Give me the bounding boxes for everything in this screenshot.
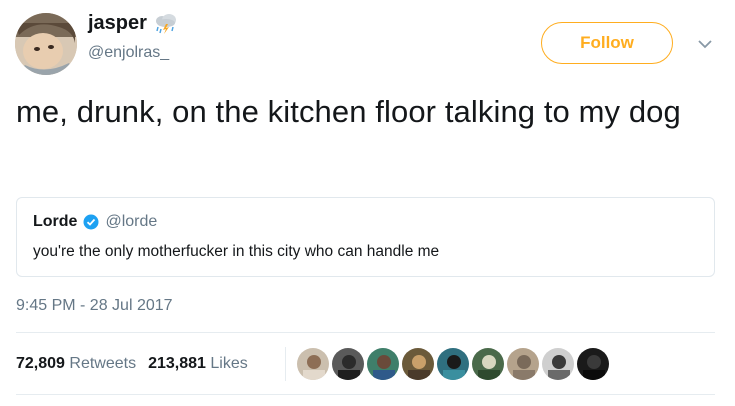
quoted-author-name: Lorde [33, 213, 78, 230]
follow-button[interactable]: Follow [541, 22, 673, 64]
liker-avatar[interactable] [366, 347, 400, 381]
likes-count: 213,881 [148, 355, 206, 372]
liker-avatar[interactable] [331, 347, 365, 381]
author-handle[interactable]: @enjolras_ [88, 44, 169, 62]
divider [16, 332, 715, 333]
verified-badge-icon [83, 214, 99, 230]
author-avatar[interactable] [15, 13, 77, 75]
retweets-stat[interactable]: 72,809 Retweets [16, 355, 136, 373]
liker-avatar[interactable] [296, 347, 330, 381]
quoted-tweet-text: you're the only motherfucker in this cit… [33, 243, 440, 260]
liker-avatar[interactable] [436, 347, 470, 381]
retweets-count: 72,809 [16, 355, 65, 372]
liker-avatar[interactable] [506, 347, 540, 381]
retweets-label: Retweets [69, 355, 137, 372]
liker-avatar[interactable] [401, 347, 435, 381]
tweet-stats: 72,809 Retweets 213,881 Likes [16, 355, 260, 373]
author-name-row: jasper [88, 12, 179, 35]
likes-label: Likes [210, 355, 248, 372]
liker-avatar[interactable] [471, 347, 505, 381]
cloud-with-lightning-and-rain-icon [153, 13, 179, 35]
liker-avatar[interactable] [576, 347, 610, 381]
chevron-down-icon[interactable] [697, 37, 713, 49]
quoted-tweet-card[interactable]: Lorde @lorde you're the only motherfucke… [16, 197, 715, 277]
stats-divider [285, 347, 286, 381]
quoted-author-handle: @lorde [105, 213, 158, 230]
tweet-card: jasper @enjolras_ Follow me, drunk, on t… [0, 0, 735, 406]
quoted-tweet-header: Lorde @lorde [33, 213, 157, 231]
tweet-text: me, drunk, on the kitchen floor talking … [16, 94, 681, 129]
likes-stat[interactable]: 213,881 Likes [148, 355, 248, 373]
divider [16, 394, 715, 395]
author-display-name[interactable]: jasper [88, 12, 147, 35]
tweet-timestamp[interactable]: 9:45 PM - 28 Jul 2017 [16, 297, 173, 315]
liker-avatar[interactable] [541, 347, 575, 381]
